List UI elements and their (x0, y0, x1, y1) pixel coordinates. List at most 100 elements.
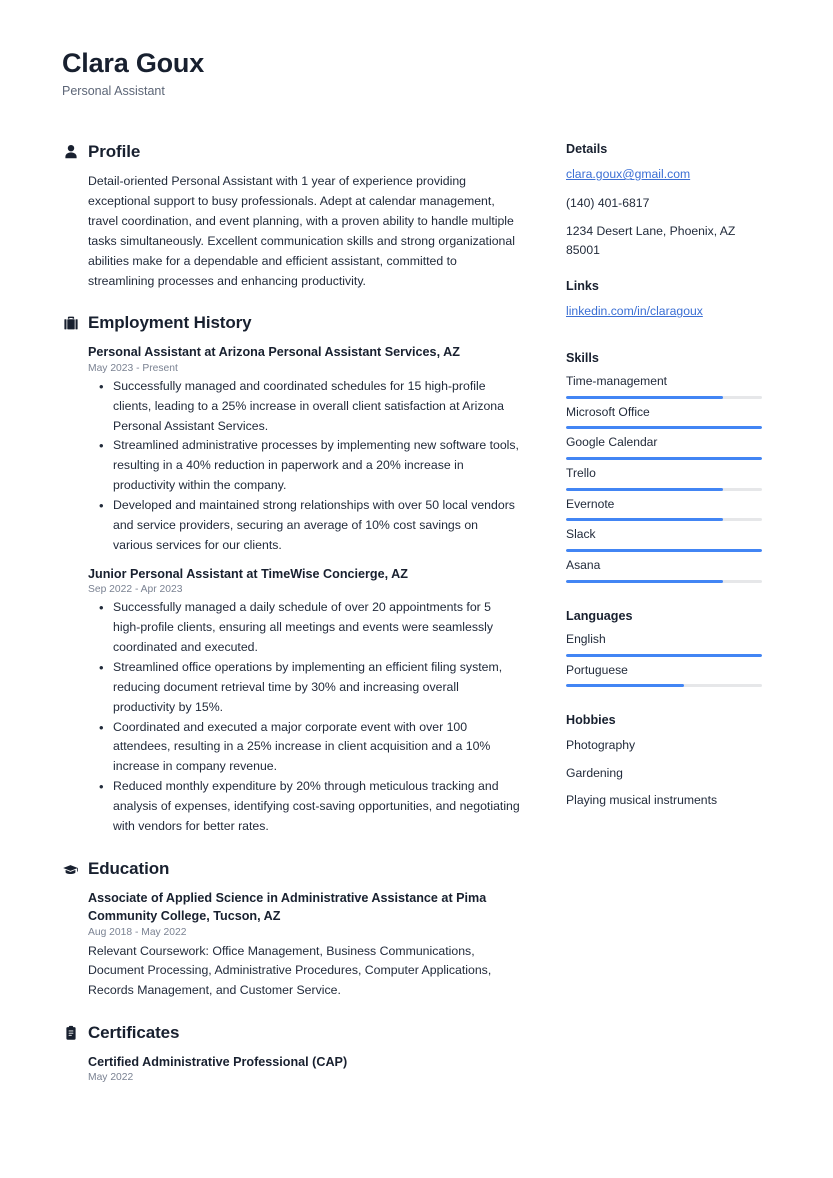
skill-item: Slack (566, 527, 766, 553)
sidebar-title-skills: Skills (566, 350, 599, 365)
skill-item: Microsoft Office (566, 405, 766, 430)
sidebar-block-hobbies: Hobbies Photography Gardening Playing mu… (566, 713, 766, 810)
clipboard-icon (62, 1025, 79, 1042)
phone-text: (140) 401-6817 (566, 195, 650, 210)
hobby-item: Playing musical instruments (566, 793, 718, 808)
language-label: Portuguese (566, 662, 628, 677)
section-title-certificates: Certificates (88, 1023, 180, 1043)
skill-meter-track (566, 456, 762, 460)
candidate-name: Clara Goux (62, 48, 205, 78)
skill-label: Trello (566, 465, 596, 480)
skill-meter-fill (566, 518, 723, 522)
person-icon (62, 144, 79, 161)
skill-label: Evernote (566, 496, 615, 511)
section-certificates: Certificates Certified Administrative Pr… (62, 1023, 520, 1083)
sidebar-column: Details clara.goux@gmail.com (140) 401-6… (566, 142, 766, 830)
section-body-education: Associate of Applied Science in Administ… (62, 889, 520, 1001)
resume-page: Clara Goux Personal Assistant Profile De… (0, 0, 833, 1178)
skill-meter-track (566, 426, 762, 430)
resume-header: Clara Goux Personal Assistant (62, 48, 771, 98)
certificate-entry: Certified Administrative Professional (C… (88, 1053, 520, 1083)
employment-entry-date: May 2023 - Present (88, 362, 178, 374)
list-item: Streamlined office operations by impleme… (88, 657, 520, 718)
section-header-certificates: Certificates (62, 1023, 520, 1043)
education-entry-title: Associate of Applied Science in Administ… (88, 891, 487, 924)
education-entry-date: Aug 2018 - May 2022 (88, 926, 187, 938)
skill-label: Asana (566, 558, 601, 573)
skill-meter-track (566, 487, 762, 491)
section-employment: Employment History Personal Assistant at… (62, 313, 520, 837)
skill-label: Microsoft Office (566, 404, 650, 419)
skill-meter-track (566, 518, 762, 522)
skill-meter-fill (566, 579, 723, 583)
employment-entry-date: Sep 2022 - Apr 2023 (88, 584, 183, 596)
language-item: Portuguese (566, 663, 766, 688)
skill-meter-fill (566, 426, 762, 430)
resume-columns: Profile Detail-oriented Personal Assista… (62, 142, 771, 1105)
skill-item: Trello (566, 466, 766, 491)
employment-entry-title: Personal Assistant at Arizona Personal A… (88, 345, 460, 360)
sidebar-block-links: Links linkedin.com/in/claragoux (566, 279, 766, 331)
section-title-employment: Employment History (88, 313, 252, 333)
section-body-profile: Detail-oriented Personal Assistant with … (62, 172, 520, 291)
skill-meter-fill (566, 395, 723, 399)
section-title-education: Education (88, 859, 170, 879)
hobby-item: Photography (566, 738, 636, 753)
section-body-certificates: Certified Administrative Professional (C… (62, 1053, 520, 1083)
skill-item: Google Calendar (566, 435, 766, 460)
skill-item: Time-management (566, 374, 766, 399)
hobby-item: Gardening (566, 765, 623, 780)
email-link[interactable]: clara.goux@gmail.com (566, 165, 690, 184)
list-item: Coordinated and executed a major corpora… (88, 717, 520, 778)
language-label: English (566, 631, 606, 646)
sidebar-block-skills: Skills Time-management Microsoft Office … (566, 351, 766, 583)
sidebar-title-hobbies: Hobbies (566, 713, 616, 728)
list-item: Reduced monthly expenditure by 20% throu… (88, 776, 520, 837)
profile-text: Detail-oriented Personal Assistant with … (88, 174, 515, 288)
section-header-education: Education (62, 859, 520, 879)
skill-label: Google Calendar (566, 435, 658, 450)
sidebar-title-links: Links (566, 279, 599, 294)
language-meter-track (566, 653, 762, 657)
skill-meter-track (566, 549, 762, 553)
employment-entry-bullets: Successfully managed a daily schedule of… (88, 597, 520, 837)
employment-entry-title: Junior Personal Assistant at TimeWise Co… (88, 566, 408, 581)
employment-entry: Junior Personal Assistant at TimeWise Co… (88, 565, 520, 837)
address-text: 1234 Desert Lane, Phoenix, AZ 85001 (566, 224, 736, 257)
skill-item: Evernote (566, 497, 766, 522)
sidebar-title-languages: Languages (566, 608, 633, 623)
language-meter-track (566, 684, 762, 688)
language-item: English (566, 632, 766, 657)
section-header-employment: Employment History (62, 313, 520, 333)
language-meter-fill (566, 653, 762, 657)
section-header-profile: Profile (62, 142, 520, 162)
sidebar-title-details: Details (566, 142, 608, 157)
employment-entry: Personal Assistant at Arizona Personal A… (88, 343, 520, 555)
skill-label: Time-management (566, 373, 668, 388)
section-body-employment: Personal Assistant at Arizona Personal A… (62, 343, 520, 837)
skill-meter-fill (566, 487, 723, 491)
section-education: Education Associate of Applied Science i… (62, 859, 520, 1001)
education-entry: Associate of Applied Science in Administ… (88, 889, 520, 1001)
main-column: Profile Detail-oriented Personal Assista… (62, 142, 520, 1105)
sidebar-block-details: Details clara.goux@gmail.com (140) 401-6… (566, 142, 766, 259)
skill-meter-fill (566, 549, 762, 553)
list-item: Successfully managed a daily schedule of… (88, 597, 520, 658)
list-item: Streamlined administrative processes by … (88, 435, 520, 496)
skill-item: Asana (566, 558, 766, 583)
sidebar-block-languages: Languages English Portuguese (566, 608, 766, 688)
list-item: Successfully managed and coordinated sch… (88, 376, 520, 437)
list-item: Developed and maintained strong relation… (88, 495, 520, 556)
section-profile: Profile Detail-oriented Personal Assista… (62, 142, 520, 291)
candidate-job-title: Personal Assistant (62, 84, 165, 99)
certificate-entry-date: May 2022 (88, 1072, 134, 1084)
education-entry-description: Relevant Coursework: Office Management, … (88, 943, 492, 998)
certificate-entry-title: Certified Administrative Professional (C… (88, 1055, 348, 1070)
skill-meter-track (566, 395, 762, 399)
skill-meter-fill (566, 456, 762, 460)
section-title-profile: Profile (88, 142, 141, 162)
linkedin-link[interactable]: linkedin.com/in/claragoux (566, 302, 703, 321)
skill-label: Slack (566, 527, 596, 542)
skill-meter-track (566, 579, 762, 583)
employment-entry-bullets: Successfully managed and coordinated sch… (88, 376, 520, 556)
